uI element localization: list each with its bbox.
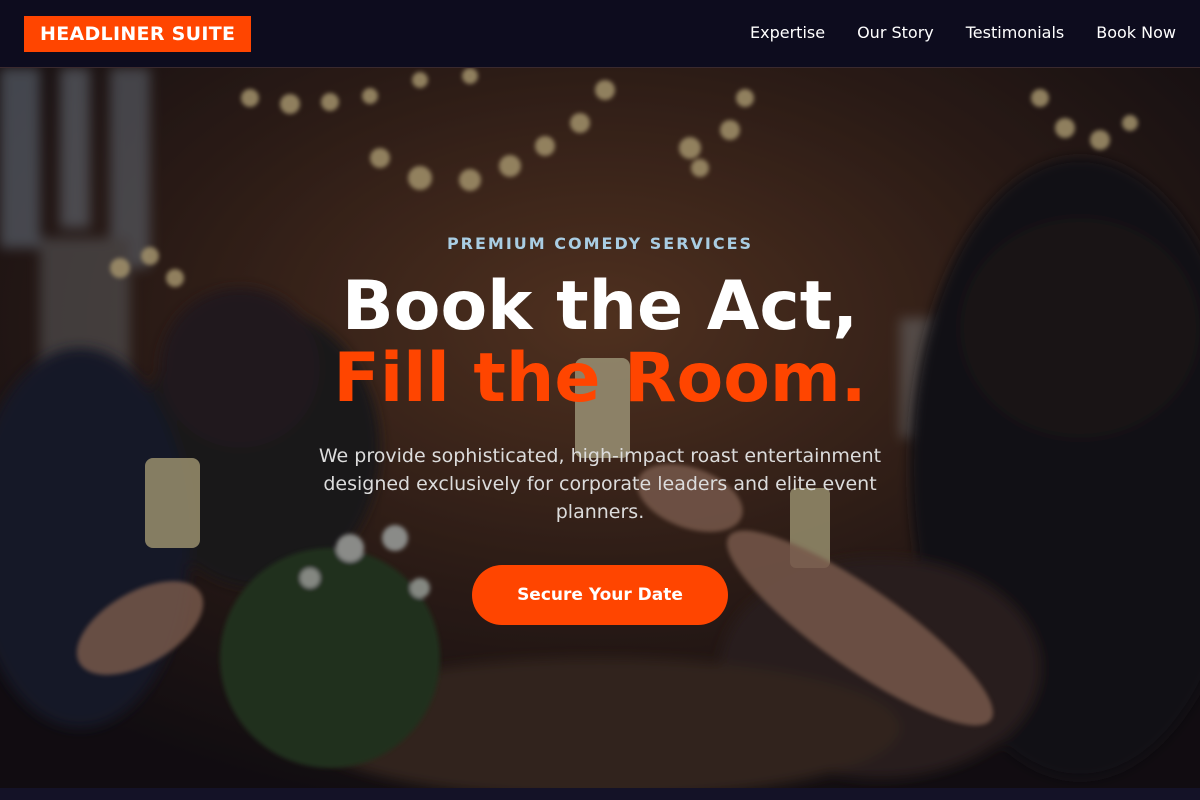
top-navigation-bar: HEADLINER SUITE Expertise Our Story Test… [0,0,1200,68]
nav-link-expertise[interactable]: Expertise [750,22,825,44]
brand-logo[interactable]: HEADLINER SUITE [24,16,252,52]
next-section-edge [0,788,1200,800]
hero-eyebrow: PREMIUM COMEDY SERVICES [446,234,754,253]
secure-date-button[interactable]: Secure Your Date [472,565,728,625]
hero-description: We provide sophisticated, high-impact ro… [318,445,882,523]
hero-overlay [0,68,1200,788]
nav-link-our-story[interactable]: Our Story [857,22,934,44]
main-menu: Expertise Our Story Testimonials Book No… [750,22,1176,44]
nav-link-testimonials[interactable]: Testimonials [966,22,1065,44]
nav-link-book-now[interactable]: Book Now [1096,22,1176,44]
hero-section: PREMIUM COMEDY SERVICES Book the Act, Fi… [0,68,1200,788]
hero-headline-line1: Book the Act, [341,267,859,346]
hero-headline-line2: Fill the Room. [333,339,867,418]
